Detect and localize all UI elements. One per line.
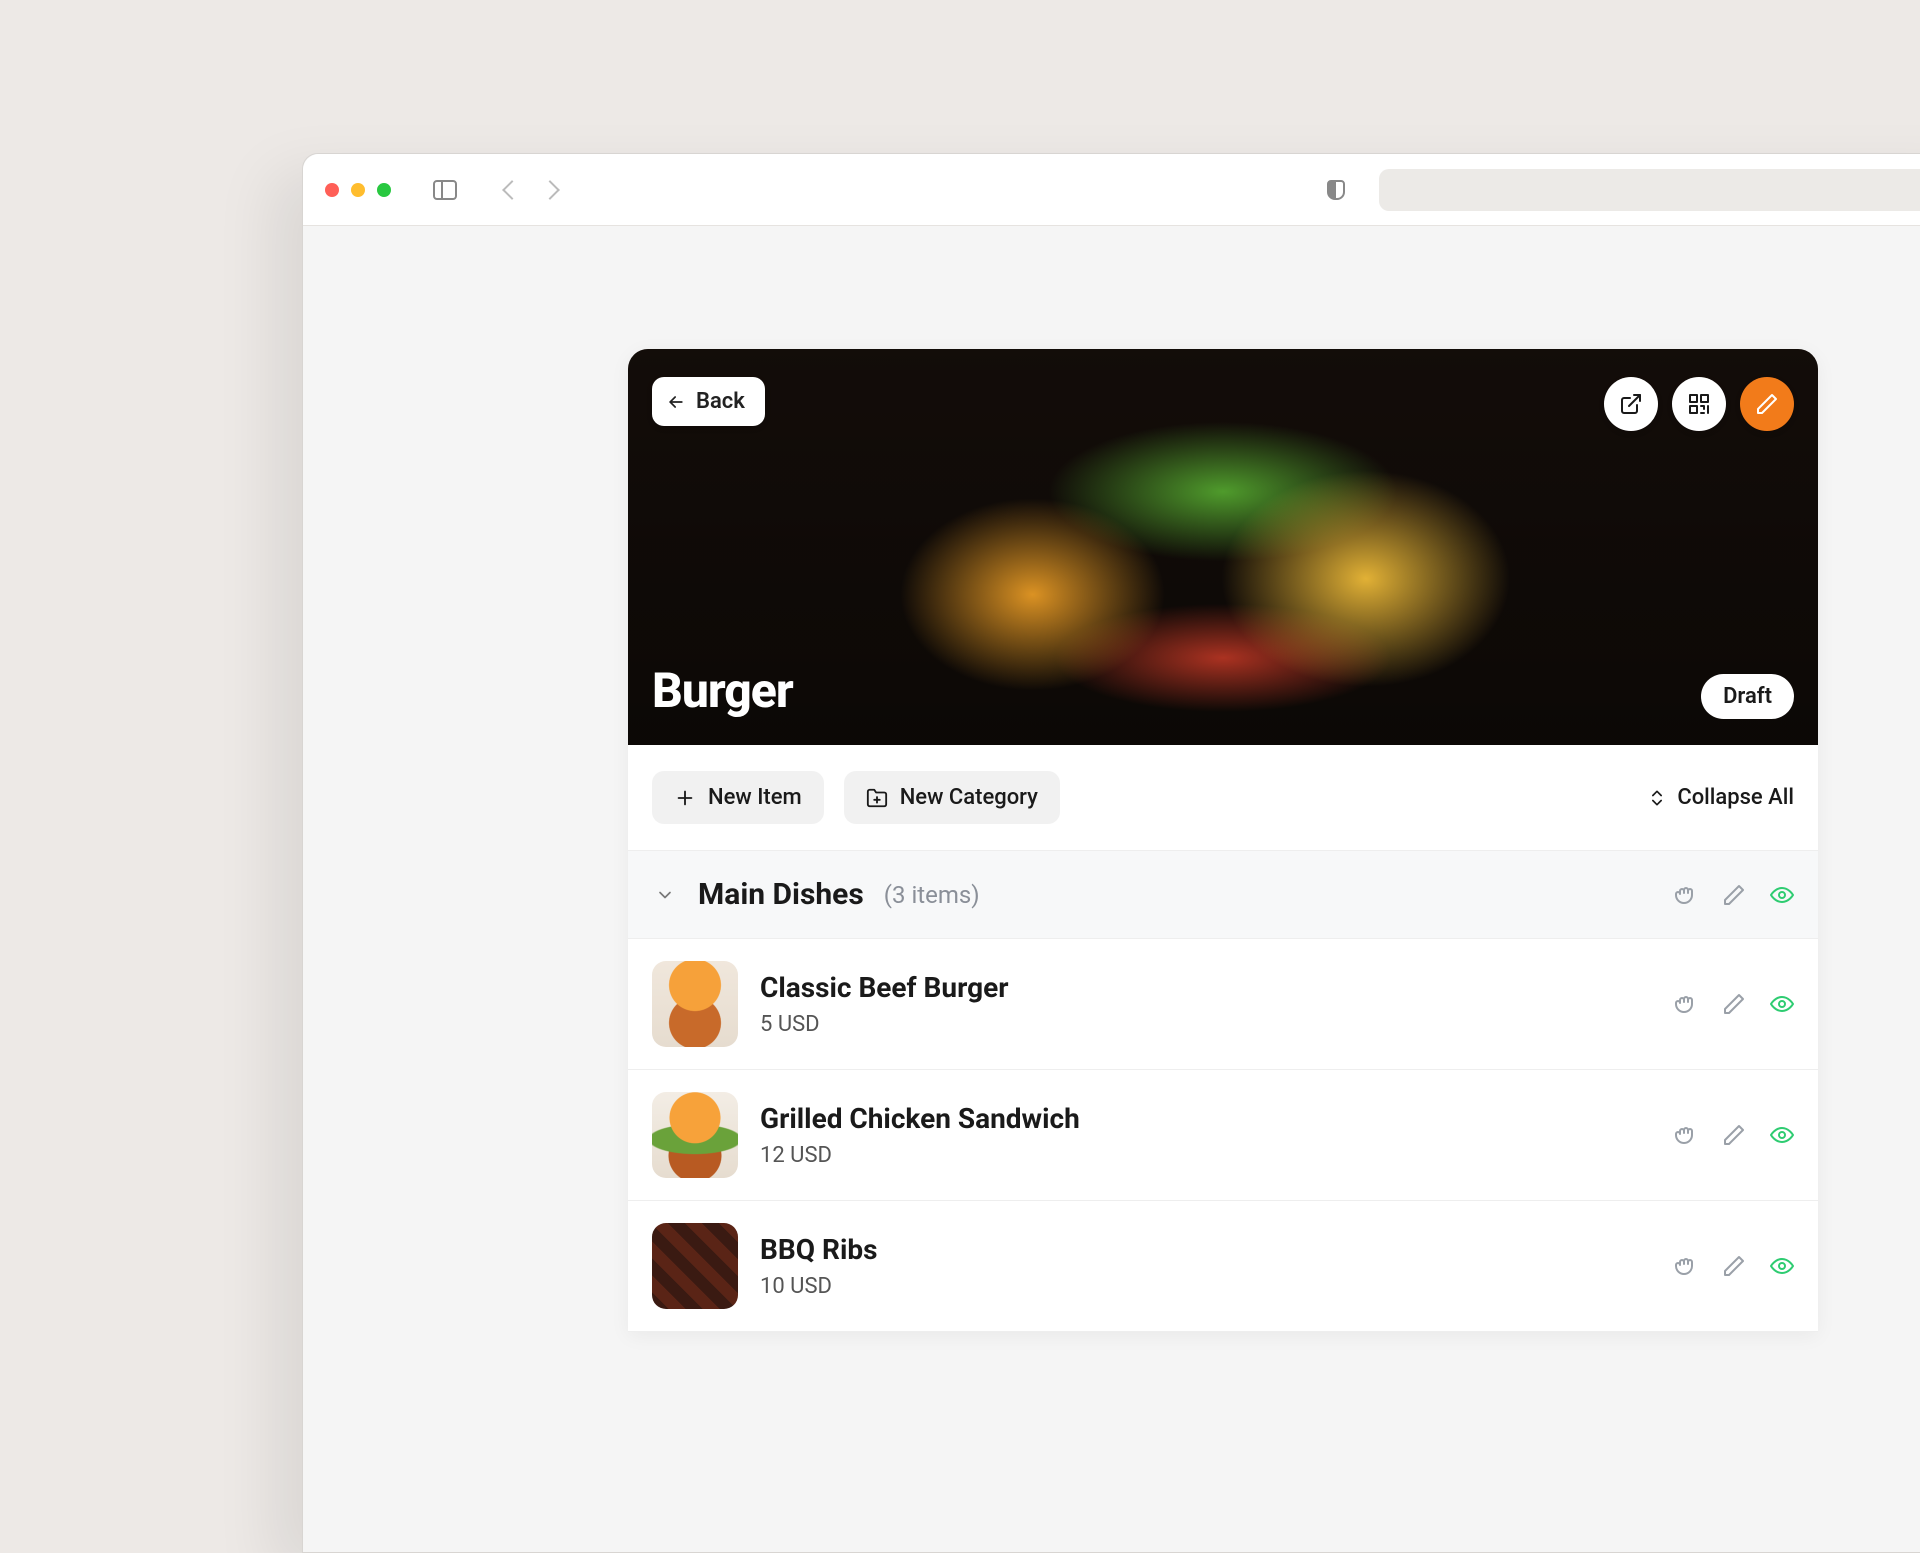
hero-banner: Back Burger Draft	[628, 349, 1818, 745]
back-nav-icon[interactable]	[502, 180, 522, 200]
grab-icon[interactable]	[1674, 1254, 1698, 1278]
pencil-icon[interactable]	[1722, 1123, 1746, 1147]
window-controls	[325, 183, 391, 197]
back-button[interactable]: Back	[652, 377, 765, 426]
status-badge[interactable]: Draft	[1701, 674, 1794, 719]
eye-icon[interactable]	[1770, 1254, 1794, 1278]
list-item[interactable]: BBQ Ribs 10 USD	[628, 1201, 1818, 1332]
collapse-all-button[interactable]: Collapse All	[1647, 785, 1794, 810]
eye-icon[interactable]	[1770, 1123, 1794, 1147]
grab-icon[interactable]	[1674, 1123, 1698, 1147]
item-actions	[1674, 1254, 1794, 1278]
item-info: Grilled Chicken Sandwich 12 USD	[760, 1102, 1080, 1168]
external-link-icon	[1619, 392, 1643, 416]
item-thumbnail	[652, 1092, 738, 1178]
item-actions	[1674, 992, 1794, 1016]
folder-plus-icon	[866, 787, 888, 809]
category-header[interactable]: Main Dishes (3 items)	[628, 851, 1818, 939]
item-thumbnail	[652, 961, 738, 1047]
collapse-all-label: Collapse All	[1677, 785, 1794, 810]
category-name: Main Dishes	[698, 877, 864, 912]
new-item-button[interactable]: New Item	[652, 771, 824, 824]
item-actions	[1674, 1123, 1794, 1147]
hero-actions	[1604, 377, 1794, 431]
item-price: 12 USD	[760, 1143, 1080, 1168]
item-price: 10 USD	[760, 1274, 877, 1299]
sidebar-toggle-icon[interactable]	[433, 180, 457, 200]
list-item[interactable]: Grilled Chicken Sandwich 12 USD	[628, 1070, 1818, 1201]
close-window-icon[interactable]	[325, 183, 339, 197]
browser-titlebar	[303, 154, 1920, 226]
eye-icon[interactable]	[1770, 883, 1794, 907]
page-title: Burger	[652, 662, 793, 719]
edit-hero-button[interactable]	[1740, 377, 1794, 431]
new-category-label: New Category	[900, 785, 1038, 810]
item-thumbnail	[652, 1223, 738, 1309]
pencil-icon[interactable]	[1722, 1254, 1746, 1278]
back-label: Back	[696, 389, 745, 414]
pencil-icon[interactable]	[1722, 992, 1746, 1016]
browser-window: Back Burger Draft New Item	[302, 153, 1920, 1553]
item-info: Classic Beef Burger 5 USD	[760, 971, 1008, 1037]
chevrons-up-down-icon	[1647, 788, 1667, 808]
nav-arrows	[505, 183, 557, 197]
toolbar: New Item New Category Collapse All	[628, 745, 1818, 851]
pencil-icon	[1755, 392, 1779, 416]
grab-icon[interactable]	[1674, 883, 1698, 907]
item-name: Grilled Chicken Sandwich	[760, 1102, 1080, 1135]
chevron-down-icon	[655, 885, 675, 905]
qr-code-button[interactable]	[1672, 377, 1726, 431]
item-name: BBQ Ribs	[760, 1233, 877, 1266]
privacy-shield-icon[interactable]	[1327, 180, 1345, 200]
plus-icon	[674, 787, 696, 809]
open-external-button[interactable]	[1604, 377, 1658, 431]
qr-code-icon	[1687, 392, 1711, 416]
forward-nav-icon[interactable]	[540, 180, 560, 200]
item-name: Classic Beef Burger	[760, 971, 1008, 1004]
collapse-category-toggle[interactable]	[652, 885, 678, 905]
list-item[interactable]: Classic Beef Burger 5 USD	[628, 939, 1818, 1070]
arrow-left-icon	[666, 392, 686, 412]
item-info: BBQ Ribs 10 USD	[760, 1233, 877, 1299]
grab-icon[interactable]	[1674, 992, 1698, 1016]
new-category-button[interactable]: New Category	[844, 771, 1060, 824]
new-item-label: New Item	[708, 785, 802, 810]
maximize-window-icon[interactable]	[377, 183, 391, 197]
pencil-icon[interactable]	[1722, 883, 1746, 907]
category-actions	[1674, 883, 1794, 907]
item-price: 5 USD	[760, 1012, 1008, 1037]
minimize-window-icon[interactable]	[351, 183, 365, 197]
eye-icon[interactable]	[1770, 992, 1794, 1016]
menu-editor-page: Back Burger Draft New Item	[628, 349, 1818, 1332]
category-count: (3 items)	[884, 881, 980, 909]
address-bar[interactable]	[1379, 169, 1920, 211]
